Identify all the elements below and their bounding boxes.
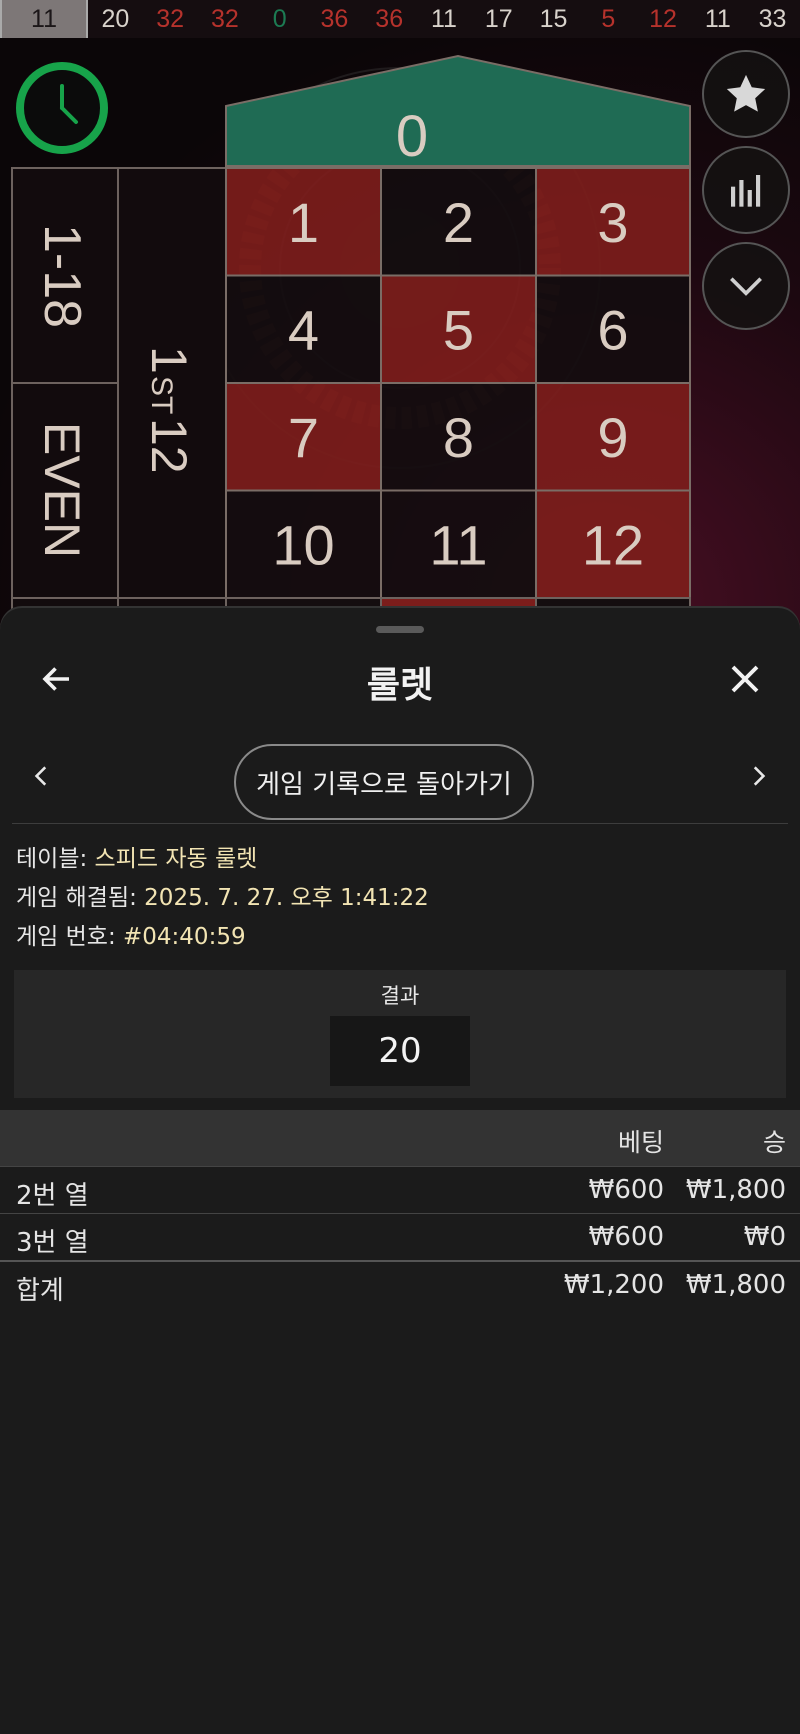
history-result: 36 — [375, 5, 404, 33]
table-label: 테이블: — [16, 846, 95, 872]
next-game-button[interactable] — [738, 756, 778, 796]
collapse-button[interactable] — [702, 242, 790, 330]
chevron-left-icon — [34, 766, 47, 786]
game-number-value: #04:40:59 — [123, 924, 246, 950]
chevron-right-icon — [753, 766, 766, 786]
history-result: 12 — [649, 5, 677, 33]
total-label: 합계 — [16, 1276, 64, 1306]
win-amount: ₩1,800 — [685, 1175, 786, 1205]
resolved-label: 게임 해결됨: — [16, 885, 145, 911]
divider — [12, 823, 788, 824]
roulette-table-area: 1 2 3 4 5 6 7 8 9 10 11 12 0 1-18 EVEN 1 ST 12 — [0, 38, 800, 638]
favorites-button[interactable] — [702, 50, 790, 138]
bet-zero[interactable] — [225, 54, 691, 167]
history-result: 15 — [539, 5, 568, 33]
zero-label: 0 — [396, 104, 428, 169]
dozen-suffix-label: ST — [145, 376, 178, 414]
bet-number-label: 4 — [288, 298, 319, 361]
history-result: 0 — [272, 5, 287, 33]
bets-table: 베팅 승 2번 열 ₩600 ₩1,800 3번 열 ₩600 ₩0 합계 ₩1… — [0, 1110, 800, 1308]
resolved-info-line: 게임 해결됨: 2025. 7. 27. 오후 1:41:22 — [16, 879, 429, 918]
game-navigation: 게임 기록으로 돌아가기 — [0, 736, 800, 820]
bet-number-label: 10 — [272, 513, 334, 576]
total-win: ₩1,800 — [685, 1270, 786, 1300]
bet-number-label: 9 — [597, 406, 628, 469]
bet-number-label: 12 — [582, 513, 644, 576]
history-result: 17 — [484, 5, 513, 33]
previous-game-button[interactable] — [22, 756, 62, 796]
bet-number-label: 1 — [288, 191, 319, 254]
game-number-line: 게임 번호: #04:40:59 — [16, 918, 429, 957]
total-bet: ₩1,200 — [563, 1270, 664, 1300]
header-win: 승 — [762, 1128, 786, 1157]
bet-number-label: 8 — [443, 406, 474, 469]
game-info: 테이블: 스피드 자동 룰렛 게임 해결됨: 2025. 7. 27. 오후 1… — [16, 840, 429, 957]
close-icon — [731, 665, 759, 693]
bet-number-label: 3 — [597, 191, 628, 254]
sheet-header: 룰렛 — [0, 648, 800, 708]
bets-table-header: 베팅 승 — [0, 1110, 800, 1166]
header-bet: 베팅 — [617, 1128, 664, 1157]
bet-1-18-label: 1-18 — [33, 224, 91, 328]
bet-number-label: 6 — [597, 298, 628, 361]
countdown-timer-icon — [14, 60, 110, 156]
statistics-icon — [731, 175, 761, 207]
resolved-value: 2025. 7. 27. 오후 1:41:22 — [144, 885, 429, 911]
dozen-rest-label: 12 — [141, 418, 197, 474]
betting-board: 1 2 34 5 67 8 910 11 12 0 1-18 EVEN 1 ST 12 — [11, 54, 691, 638]
history-result: 32 — [211, 5, 239, 33]
table-value: 스피드 자동 룰렛 — [94, 846, 258, 872]
table-row: 2번 열 ₩600 ₩1,800 — [0, 1166, 800, 1213]
dozen-number-label: 1 — [141, 346, 197, 374]
game-detail-sheet: 룰렛 게임 기록으로 돌아가기 테이블: 스피드 자동 룰렛 게임 해결됨: 2… — [0, 608, 800, 1734]
table-row: 3번 열 ₩600 ₩0 — [0, 1213, 800, 1260]
bet-number-label: 11 — [429, 513, 487, 576]
bet-name: 2번 열 — [16, 1181, 89, 1211]
bet-number-label: 2 — [443, 191, 474, 254]
chevron-down-icon — [730, 277, 762, 296]
bet-name: 3번 열 — [16, 1228, 89, 1258]
recent-results-strip: 11 20 32 32 0 36 36 11 17 15 5 12 11 33 — [0, 0, 800, 40]
bet-amount: ₩600 — [588, 1175, 664, 1205]
back-to-history-button[interactable]: 게임 기록으로 돌아가기 — [234, 744, 534, 820]
history-result: 11 — [431, 5, 457, 33]
history-result: 33 — [758, 5, 787, 33]
close-button[interactable] — [720, 654, 770, 704]
history-result: 32 — [156, 5, 185, 33]
game-number-label: 게임 번호: — [16, 924, 124, 950]
history-result: 36 — [320, 5, 349, 33]
result-number: 20 — [330, 1016, 470, 1086]
sheet-drag-handle[interactable] — [376, 626, 424, 633]
win-amount: ₩0 — [743, 1222, 786, 1252]
result-panel: 결과 20 — [14, 970, 786, 1098]
bet-number-label: 5 — [443, 298, 474, 361]
star-icon — [726, 74, 766, 112]
latest-result: 11 — [0, 0, 88, 40]
bet-number-label: 7 — [288, 406, 319, 469]
sheet-title: 룰렛 — [366, 665, 434, 706]
bet-amount: ₩600 — [588, 1222, 664, 1252]
statistics-button[interactable] — [702, 146, 790, 234]
total-row: 합계 ₩1,200 ₩1,800 — [0, 1260, 800, 1308]
result-label: 결과 — [380, 984, 420, 1008]
bet-even-label: EVEN — [34, 422, 90, 558]
table-info-line: 테이블: 스피드 자동 룰렛 — [16, 840, 429, 879]
history-result: 5 — [601, 5, 616, 33]
history-result: 20 — [101, 5, 130, 33]
history-result: 11 — [704, 5, 731, 33]
